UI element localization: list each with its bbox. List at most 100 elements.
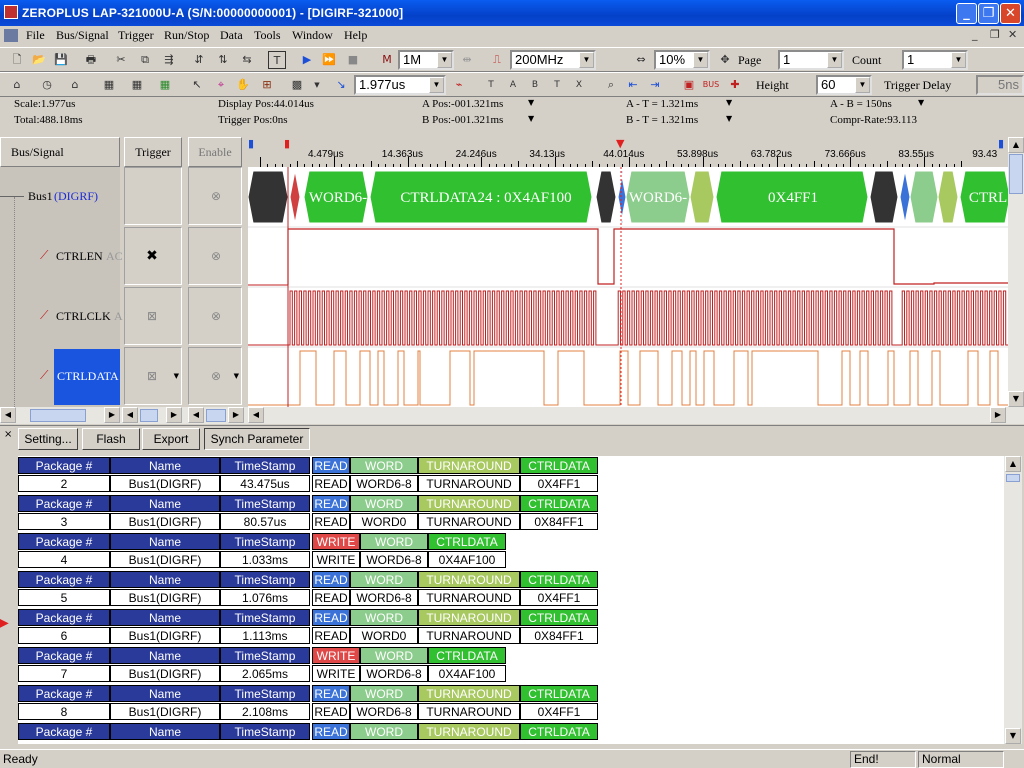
mdi-close-icon[interactable]: ✕ [1008,28,1017,41]
signal-row-ctrldata[interactable]: ⟋ CTRLDATA [0,347,120,407]
scroll-right-icon[interactable]: ▶ [228,407,244,423]
grid-select-icon[interactable]: ▩ [288,76,306,94]
close-button[interactable]: ✕ [1000,3,1021,24]
bus-segment[interactable] [248,170,289,224]
trigger-delay-field[interactable]: 5ns [976,75,1024,95]
chevron-down-icon[interactable]: ▼ [429,77,444,93]
chevron-down-icon[interactable]: ▼ [308,76,326,94]
chevron-down-icon[interactable]: ▼ [437,52,452,68]
bus-icon[interactable]: BUS [702,76,720,94]
count-select[interactable]: 1 ▼ [902,50,968,70]
trigger-cell[interactable] [124,167,182,225]
calc-icon[interactable]: ▣ [680,76,698,94]
height-select[interactable]: 60 ▼ [816,75,872,95]
restore-button[interactable]: ❐ [978,3,999,24]
home-icon[interactable]: ⌂ [8,76,26,94]
print-icon[interactable]: 🖶 [82,51,100,69]
menu-trigger[interactable]: Trigger [118,28,154,43]
signal-row-ctrlclk[interactable]: ⟋ CTRLCLK A [0,287,123,347]
mdi-minimize-icon[interactable]: _ [972,28,978,41]
page-select[interactable]: 1 ▼ [778,50,844,70]
cursor-time-select[interactable]: 1.977us ▼ [354,75,446,95]
bus-segment[interactable] [289,170,301,224]
plugin-icon[interactable]: ✚ [726,76,744,94]
signal-row-ctrlen[interactable]: ⟋ CTRLEN AC [0,227,123,287]
scroll-left-icon[interactable]: ◀ [0,407,16,423]
bus-segment[interactable] [899,170,911,224]
zoom-icon[interactable]: ⇔ [632,51,650,69]
chevron-down-icon[interactable]: ▼ [726,114,732,123]
packet-list[interactable]: Package #2 Name Bus1(DIGRF) TimeStamp 43.475… [18,456,1004,744]
document-icon[interactable] [4,29,18,42]
waveform-vscrollbar[interactable]: ▲ ▼ [1008,137,1024,407]
bus-segment[interactable] [869,170,899,224]
memory-select[interactable]: 1M ▼ [398,50,454,70]
cursor-marker-icon[interactable]: ▼ [616,137,624,150]
signal-edit-icon[interactable]: ⇆ [238,51,256,69]
scroll-thumb[interactable] [30,409,86,422]
trigger-icon[interactable]: T [268,51,286,69]
signal-remove-icon[interactable]: ⇅ [214,51,232,69]
open-icon[interactable]: 📂 [30,51,48,69]
scroll-right-icon[interactable]: ▶ [166,407,182,423]
grid1-icon[interactable]: ▦ [100,76,118,94]
scroll-thumb[interactable] [1009,154,1023,194]
enable-cell[interactable]: ⊗ [188,167,242,225]
packet-vscrollbar[interactable]: ▲ ▼ [1004,456,1022,744]
menu-file[interactable]: File [26,28,45,43]
scroll-left-icon[interactable]: ◀ [188,407,204,423]
end-marker-icon[interactable]: ▮ [998,137,1004,150]
scroll-up-icon[interactable]: ▲ [1008,137,1024,153]
zoom-select[interactable]: 10% ▼ [654,50,710,70]
start-marker-icon[interactable]: ▮ [248,137,254,150]
chevron-down-icon[interactable]: ▼ [827,52,842,68]
edge-icon[interactable]: ⌁ [450,76,468,94]
chevron-down-icon[interactable]: ▼ [528,98,534,107]
time-ruler[interactable]: 4.479us 14.363us 24.246us 34.13us 44.014us 53… [248,137,1010,167]
bus-icon[interactable]: ⇶ [160,51,178,69]
scroll-thumb[interactable] [206,409,226,422]
setting-button[interactable]: Setting... [18,428,78,450]
save-icon[interactable]: 💾 [52,51,70,69]
waveform-view[interactable]: 4.479us 14.363us 24.246us 34.13us 44.014us 53… [248,137,1010,407]
bus-segment[interactable] [909,170,939,224]
menu-run-stop[interactable]: Run/Stop [164,28,209,43]
next-icon[interactable]: ⇥ [646,76,664,94]
chevron-down-icon[interactable]: ▼ [174,372,179,380]
bus-segment[interactable] [937,170,959,224]
enable-cell[interactable]: ⊗ [188,287,242,345]
signal-add-icon[interactable]: ⇵ [190,51,208,69]
scroll-right-icon[interactable]: ▶ [104,407,120,423]
run-repeat-icon[interactable]: ⏩ [320,51,338,69]
cut-icon[interactable]: ✂ [112,51,130,69]
hand-icon[interactable]: ✋ [234,76,252,94]
trigger-cell[interactable]: ✖ [124,227,182,285]
flash-button[interactable]: Flash [82,428,140,450]
scroll-down-icon[interactable]: ▼ [1008,391,1024,407]
minimize-button[interactable]: _ [956,3,977,24]
export-button[interactable]: Export [142,428,200,450]
stop-icon[interactable]: ■ [344,51,362,69]
synch-parameter-button[interactable]: Synch Parameter [204,428,310,450]
chevron-down-icon[interactable]: ▼ [918,98,924,107]
trigger-marker-icon[interactable]: ▮ [284,137,290,150]
scroll-right-icon[interactable]: ▶ [990,407,1006,423]
grid2-icon[interactable]: ▦ [128,76,146,94]
chevron-down-icon[interactable]: ▼ [234,372,239,380]
bus-signal-header[interactable]: Bus/Signal [0,137,120,167]
trigger-cell[interactable]: ⊠ ▼ [124,347,182,405]
binoculars-icon[interactable]: ⌕ [602,76,620,94]
scroll-down-icon[interactable]: ▼ [1005,728,1021,744]
chevron-down-icon[interactable]: ▼ [855,77,870,93]
chevron-down-icon[interactable]: ▼ [726,98,732,107]
bar-tk-icon[interactable]: T [548,76,566,94]
waveform-canvas[interactable]: WORD6- CTRLDATA24 : 0X4AF100 WORD6- 0X4FF1 C… [248,167,1010,407]
bar-a-icon[interactable]: A [504,76,522,94]
frequency-select[interactable]: 200MHz ▼ [510,50,596,70]
run-icon[interactable]: ▶ [298,51,316,69]
timer-icon[interactable]: ◷ [38,76,56,94]
scroll-thumb[interactable] [140,409,158,422]
sync-icon[interactable]: ⇹ [458,51,476,69]
bus-segment[interactable] [595,170,617,224]
chevron-down-icon[interactable]: ▼ [693,52,708,68]
